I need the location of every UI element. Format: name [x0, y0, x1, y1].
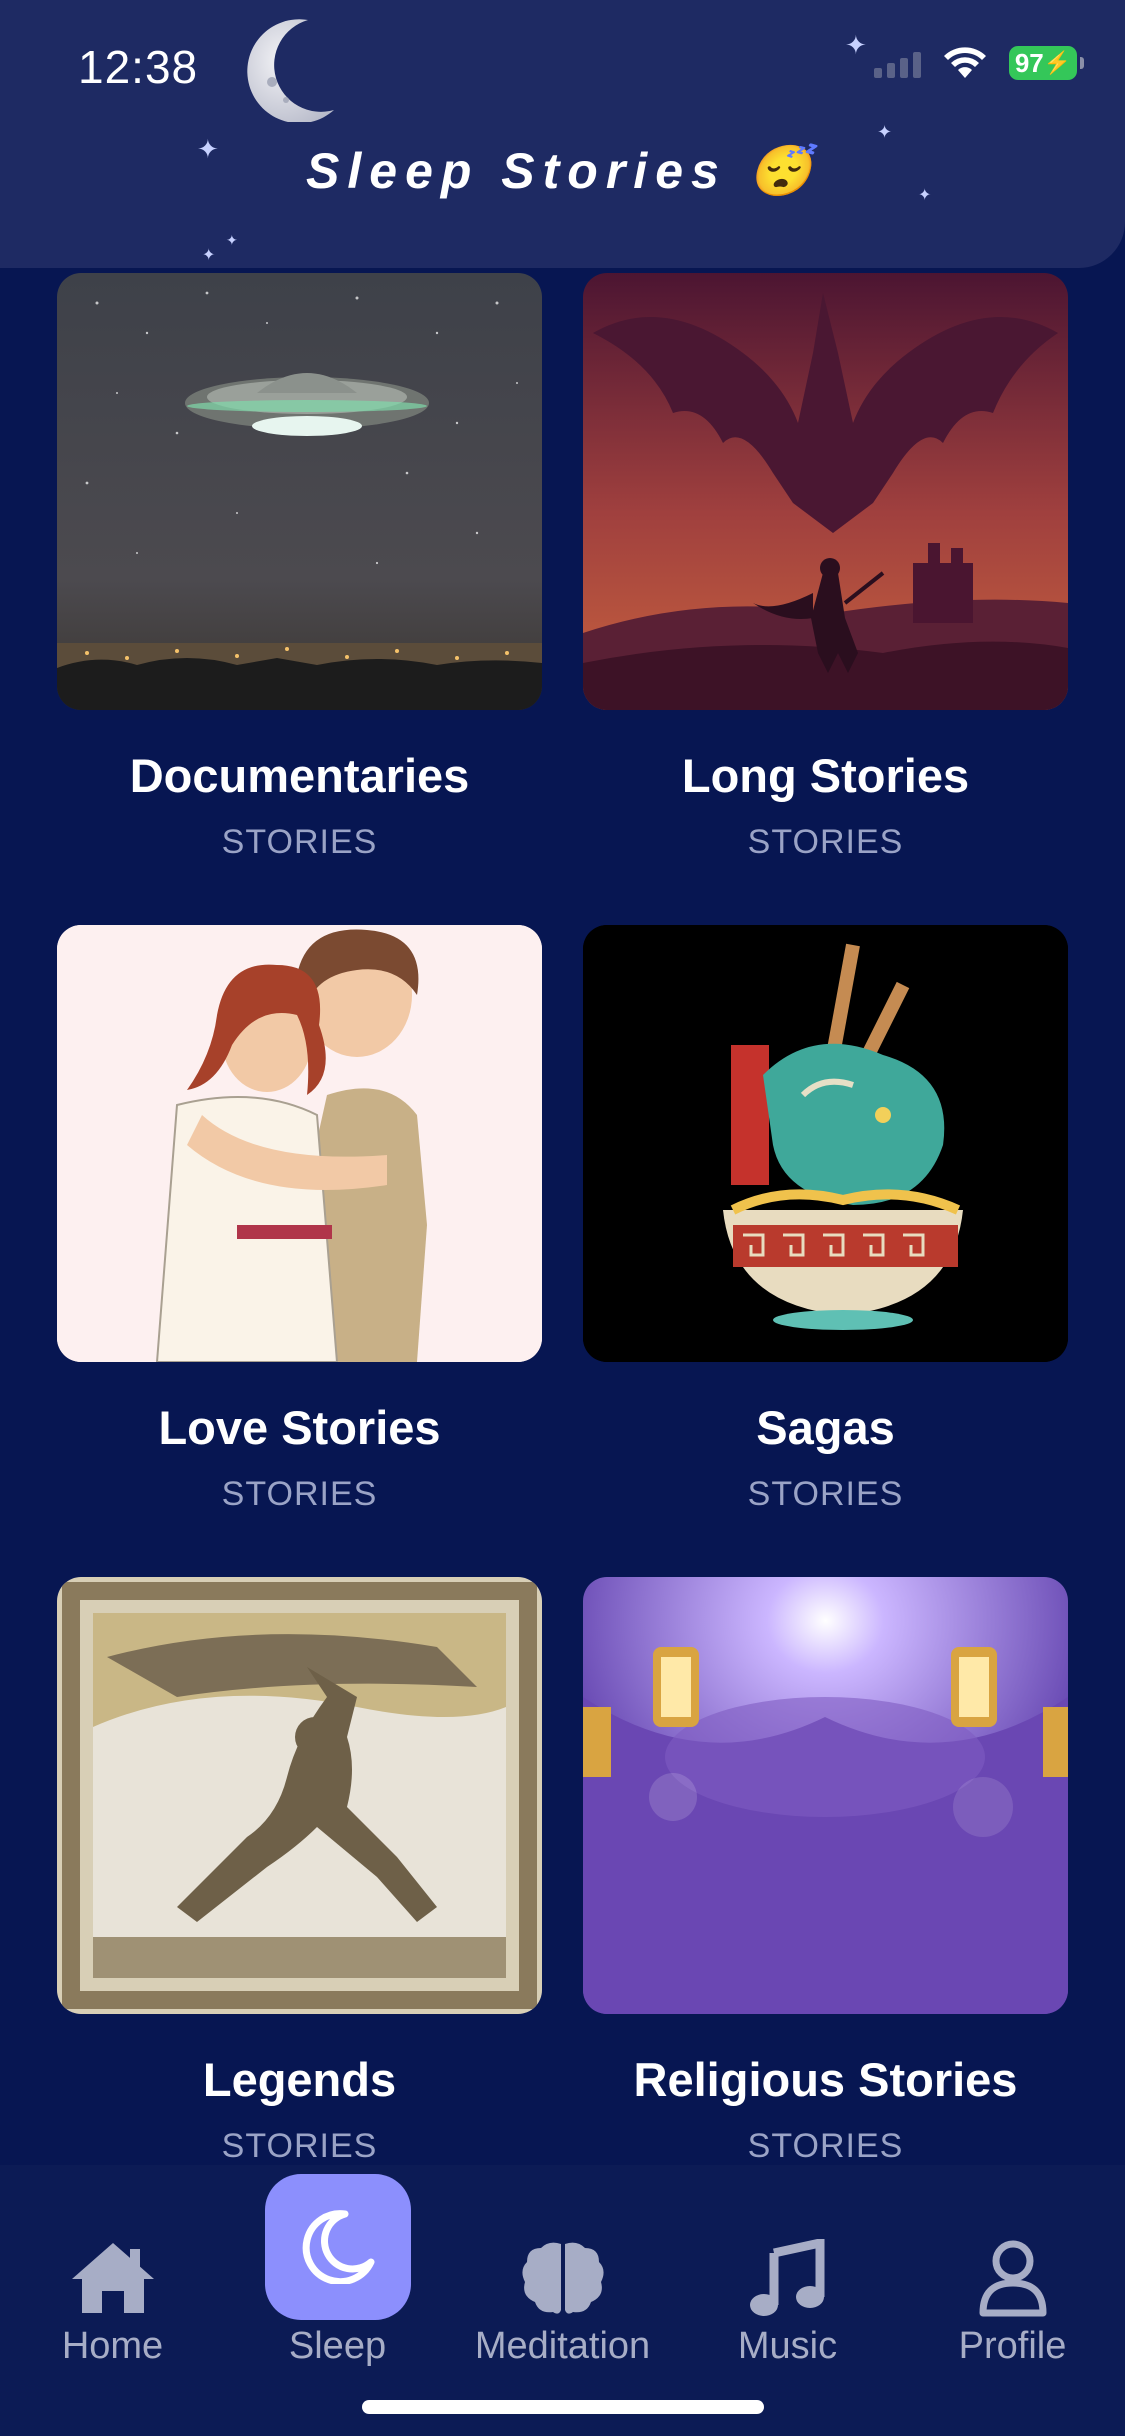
card-subtitle: STORIES: [747, 2127, 904, 2165]
category-card-legends[interactable]: Legends STORIES: [57, 1577, 542, 2165]
tab-label: Profile: [958, 2325, 1067, 2367]
signal-icon: [874, 48, 921, 78]
tab-meditation[interactable]: Meditation: [450, 2165, 675, 2415]
card-title: Love Stories: [158, 1401, 441, 1454]
category-card-religious-stories[interactable]: Religious Stories STORIES: [583, 1577, 1068, 2165]
card-subtitle: STORIES: [221, 823, 378, 861]
card-subtitle: STORIES: [221, 1475, 378, 1513]
status-time: 12:38: [78, 41, 199, 93]
card-subtitle: STORIES: [747, 1475, 904, 1513]
tab-bar: Home Sleep Meditation Music Profile: [0, 2165, 1125, 2436]
tab-label: Home: [61, 2325, 164, 2367]
star-decoration: ✦: [845, 30, 867, 60]
moon-decoration: [247, 19, 334, 122]
music-note-icon: [749, 2238, 824, 2316]
tab-sleep[interactable]: Sleep: [225, 2165, 450, 2415]
tab-label: Meditation: [474, 2325, 651, 2367]
card-title: Religious Stories: [633, 2053, 1018, 2106]
religious-stories-thumbnail: [583, 1577, 1068, 2014]
star-decoration: ✦: [918, 187, 932, 204]
category-card-documentaries[interactable]: Documentaries STORIES: [57, 273, 542, 861]
header: 12:38 97 ⚡ Sleep Stories 😴 ✦ ✦ ✦ ✦ ✦ ✦: [0, 0, 1125, 268]
love-stories-thumbnail: [57, 925, 542, 1362]
card-title: Long Stories: [681, 749, 970, 802]
tab-music[interactable]: Music: [675, 2165, 900, 2415]
brain-icon: [521, 2242, 604, 2314]
card-title: Documentaries: [129, 749, 470, 802]
card-title: Legends: [202, 2053, 397, 2106]
tab-label: Sleep: [288, 2325, 387, 2367]
star-decoration: ✦: [197, 134, 219, 164]
wifi-icon: [944, 47, 986, 78]
home-indicator[interactable]: [362, 2400, 764, 2414]
person-icon: [979, 2240, 1046, 2316]
card-subtitle: STORIES: [221, 2127, 378, 2165]
star-decoration: ✦: [202, 247, 216, 264]
long-stories-thumbnail: [583, 273, 1068, 710]
category-card-love-stories[interactable]: Love Stories STORIES: [57, 925, 542, 1513]
star-decoration: ✦: [226, 232, 238, 248]
status-icons: 97 ⚡: [874, 46, 1084, 80]
charging-icon: ⚡: [1043, 50, 1072, 75]
legends-thumbnail: [57, 1577, 542, 2014]
documentaries-thumbnail: [57, 273, 542, 710]
battery-level: 97: [1014, 47, 1044, 78]
page-title: Sleep Stories 😴: [306, 143, 819, 199]
tab-profile[interactable]: Profile: [900, 2165, 1125, 2415]
category-card-long-stories[interactable]: Long Stories STORIES: [583, 273, 1068, 861]
card-subtitle: STORIES: [747, 823, 904, 861]
tab-home[interactable]: Home: [0, 2165, 225, 2415]
battery-indicator: 97 ⚡: [1009, 46, 1084, 80]
moon-icon: [302, 2209, 374, 2284]
home-icon: [71, 2242, 154, 2313]
sagas-thumbnail: [583, 925, 1068, 1362]
card-title: Sagas: [756, 1401, 895, 1454]
star-decoration: ✦: [877, 122, 893, 142]
tab-label: Music: [737, 2325, 838, 2367]
category-card-sagas[interactable]: Sagas STORIES: [583, 925, 1068, 1513]
active-tab-indicator: [264, 2173, 411, 2320]
